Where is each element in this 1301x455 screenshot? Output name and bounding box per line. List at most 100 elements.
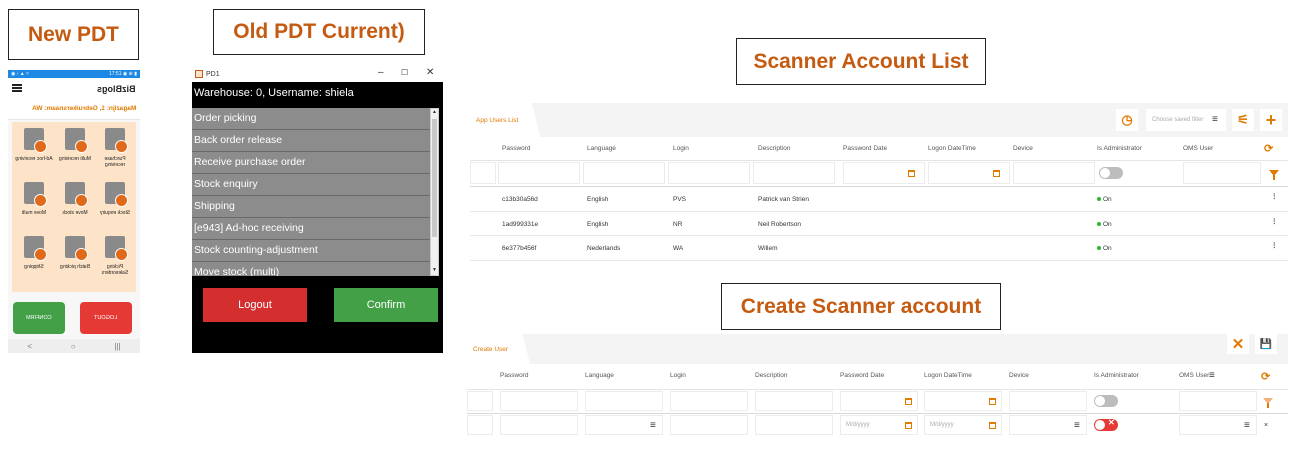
refresh-icon[interactable]: ⟳ <box>1264 142 1273 155</box>
filter-password[interactable] <box>500 391 578 411</box>
login-input[interactable] <box>670 415 748 435</box>
tile-move-stock[interactable]: Move stock <box>56 178 94 228</box>
col-login[interactable]: Login <box>670 372 686 379</box>
logout-button[interactable]: Logout <box>203 288 307 322</box>
confirm-button[interactable]: Confirm <box>334 288 438 322</box>
col-is-administrator[interactable]: Is Administrator <box>1097 145 1142 152</box>
add-icon[interactable]: + <box>1260 109 1282 131</box>
filter-language[interactable] <box>585 391 663 411</box>
filter-select[interactable] <box>470 162 496 184</box>
table-row[interactable]: 1ad999331e English NR Neil Robertson On … <box>470 212 1288 236</box>
tile-picking-salesorders[interactable]: Picking Salesorders <box>96 232 134 282</box>
scroll-up-icon[interactable]: ▲ <box>431 109 438 117</box>
tile-move-multi[interactable]: Move multi <box>15 178 53 228</box>
col-description[interactable]: Description <box>755 372 788 379</box>
filter-admin-toggle[interactable] <box>1094 395 1118 407</box>
scrollbar[interactable]: ▲ ▼ <box>430 108 439 276</box>
menu-item[interactable]: Order picking <box>192 108 430 130</box>
calendar-icon[interactable] <box>908 170 915 177</box>
minimize-icon[interactable]: – <box>378 67 384 78</box>
close-icon[interactable]: ✕ <box>426 67 434 78</box>
menu-item[interactable]: Back order release <box>192 129 430 152</box>
filter-login[interactable] <box>670 391 748 411</box>
filter-funnel-icon[interactable] <box>1263 398 1273 408</box>
menu-item[interactable]: Stock counting-adjustment <box>192 239 430 262</box>
filter-oms-user[interactable] <box>1183 162 1261 184</box>
filter-logon-datetime[interactable] <box>924 391 1002 411</box>
filter-oms-user[interactable] <box>1179 391 1257 411</box>
phone-confirm-button[interactable]: CONFIRM <box>13 302 65 334</box>
calendar-icon[interactable] <box>905 422 912 429</box>
col-logon-datetime[interactable]: Logon DateTime <box>928 145 976 152</box>
calendar-icon[interactable] <box>905 398 912 405</box>
col-is-administrator[interactable]: Is Administrator <box>1094 372 1139 379</box>
tile-purchase-receiving[interactable]: Purchase receiving <box>96 124 134 174</box>
tile-batch-picking[interactable]: Batch picking <box>56 232 94 282</box>
scroll-down-icon[interactable]: ▼ <box>431 267 438 275</box>
filter-password-date[interactable] <box>843 162 925 184</box>
nav-recent-icon[interactable]: ||| <box>114 342 120 351</box>
filter-admin-toggle[interactable] <box>1099 167 1123 179</box>
calendar-icon[interactable] <box>989 422 996 429</box>
nav-back-icon[interactable]: < <box>27 342 32 351</box>
calendar-icon[interactable] <box>993 170 1000 177</box>
device-select[interactable] <box>1009 415 1087 435</box>
hamburger-menu-icon[interactable] <box>12 84 22 92</box>
filter-description[interactable] <box>753 162 835 184</box>
refresh-icon[interactable]: ⟳ <box>1261 370 1270 383</box>
menu-item[interactable]: Shipping <box>192 195 430 218</box>
menu-item[interactable]: [e943] Ad-hoc receiving <box>192 217 430 240</box>
table-row[interactable]: 6e377b456f Nederlands WA Willem On ⋮ <box>470 236 1288 261</box>
col-password[interactable]: Password <box>502 145 531 152</box>
menu-item[interactable]: Stock enquiry <box>192 173 430 196</box>
logon-datetime-input[interactable]: M/d/yyyy <box>924 415 1002 435</box>
col-password-date[interactable]: Password Date <box>840 372 884 379</box>
filter-password[interactable] <box>498 162 580 184</box>
col-logon-datetime[interactable]: Logon DateTime <box>924 372 972 379</box>
col-oms-user[interactable]: OMS User <box>1179 372 1209 379</box>
clear-row-icon[interactable]: × <box>1264 422 1268 429</box>
tile-adhoc-receiving[interactable]: Ad-hoc receiving <box>15 124 53 174</box>
table-row[interactable]: c13b30a56d English PVS Patrick van Strie… <box>470 187 1288 212</box>
password-input[interactable] <box>500 415 578 435</box>
phone-logout-button[interactable]: LOGOUT <box>80 302 132 334</box>
settings-sliders-icon[interactable]: ⚟ <box>1232 109 1254 131</box>
menu-item[interactable]: Receive purchase order <box>192 151 430 174</box>
col-password-date[interactable]: Password Date <box>843 145 887 152</box>
col-oms-user[interactable]: OMS User <box>1183 145 1213 152</box>
col-language[interactable]: Language <box>585 372 614 379</box>
row-menu-icon[interactable]: ⋮ <box>1271 217 1278 225</box>
select-cell[interactable] <box>467 415 493 435</box>
scroll-thumb[interactable] <box>432 119 437 237</box>
tab-app-users-list[interactable]: App Users List <box>470 103 541 137</box>
menu-item[interactable]: Move stock (multi) <box>192 261 430 276</box>
col-password[interactable]: Password <box>500 372 529 379</box>
clock-icon[interactable]: ◷ <box>1116 109 1138 131</box>
description-input[interactable] <box>755 415 833 435</box>
filter-login[interactable] <box>668 162 750 184</box>
col-login[interactable]: Login <box>673 145 689 152</box>
filter-select[interactable] <box>467 391 493 411</box>
nav-home-icon[interactable]: ○ <box>71 342 76 351</box>
filter-description[interactable] <box>755 391 833 411</box>
tile-multi-receiving[interactable]: Multi receiving <box>56 124 94 174</box>
maximize-icon[interactable]: ☐ <box>401 68 408 77</box>
saved-filter-select[interactable]: Choose saved filter <box>1146 109 1226 131</box>
tile-shipping[interactable]: Shipping <box>15 232 53 282</box>
filter-lines-icon[interactable] <box>1209 370 1217 381</box>
calendar-icon[interactable] <box>989 398 996 405</box>
close-icon[interactable]: ✕ <box>1227 334 1249 354</box>
oms-user-select[interactable] <box>1179 415 1257 435</box>
row-menu-icon[interactable]: ⋮ <box>1271 192 1278 200</box>
row-menu-icon[interactable]: ⋮ <box>1271 241 1278 249</box>
col-language[interactable]: Language <box>587 145 616 152</box>
col-device[interactable]: Device <box>1013 145 1033 152</box>
filter-device[interactable] <box>1013 162 1095 184</box>
tab-create-user[interactable]: Create User <box>467 334 531 364</box>
filter-password-date[interactable] <box>840 391 918 411</box>
filter-device[interactable] <box>1009 391 1087 411</box>
col-description[interactable]: Description <box>758 145 791 152</box>
save-icon[interactable]: 💾 <box>1255 334 1277 354</box>
filter-funnel-icon[interactable] <box>1269 170 1279 180</box>
filter-logon-datetime[interactable] <box>928 162 1010 184</box>
